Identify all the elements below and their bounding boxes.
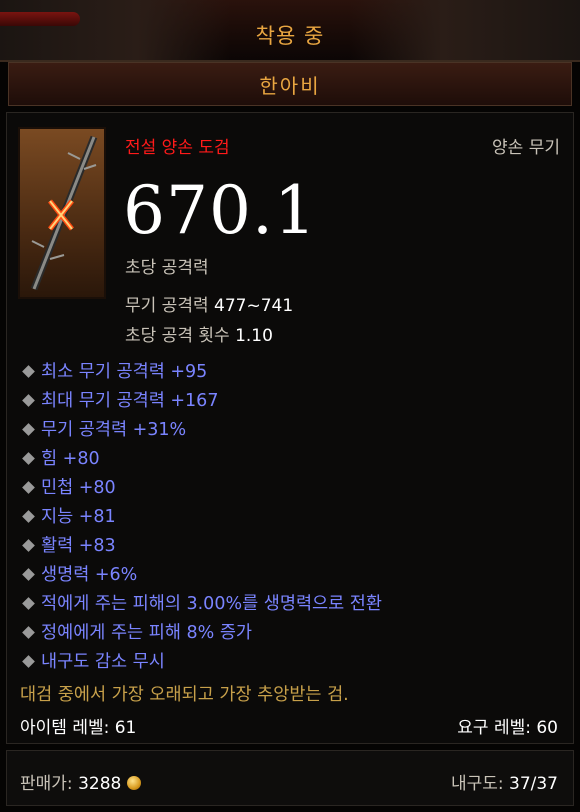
affix-line: 무기 공격력 +31% [20, 416, 186, 440]
affix-line: 민첩 +80 [20, 474, 116, 498]
diamond-bullet-icon [22, 480, 35, 494]
required-level: 요구 레벨: 60 [457, 718, 558, 738]
affix-line: 지능 +81 [20, 503, 116, 527]
diamond-bullet-icon [22, 538, 35, 552]
gold-coin-icon [127, 776, 142, 790]
sell-price-value: 3288 [78, 774, 122, 794]
sell-price: 판매가: 3288 [20, 769, 142, 794]
item-icon [18, 127, 106, 299]
affix-line: 활력 +83 [20, 532, 116, 556]
sell-price-label: 판매가: [20, 774, 73, 794]
affix-line: 최소 무기 공격력 +95 [20, 358, 207, 382]
item-level: 아이템 레벨: 61 [20, 718, 137, 738]
affix-line: 내구도 감소 무시 [20, 648, 165, 672]
equipped-label: 착용 중 [255, 24, 325, 48]
dps-label: 초당 공격력 [125, 258, 209, 278]
diamond-bullet-icon [22, 422, 35, 436]
weapon-damage-label: 무기 공격력 [125, 296, 209, 316]
durability-label: 내구도: [450, 774, 504, 794]
affix-line: 최대 무기 공격력 +167 [20, 387, 218, 411]
item-slot: 양손 무기 [492, 138, 560, 158]
affix-line: 적에게 주는 피해의 3.00%를 생명력으로 전환 [20, 590, 382, 614]
diamond-bullet-icon [22, 596, 35, 610]
diamond-bullet-icon [22, 509, 35, 523]
attack-speed-line: 초당 공격 횟수 1.10 [125, 321, 273, 346]
flavor-text: 대검 중에서 가장 오래되고 가장 추앙받는 검. [20, 685, 349, 705]
durability: 내구도: 37/37 [451, 769, 558, 794]
weapon-damage-value: 477~741 [214, 296, 294, 316]
weapon-damage-line: 무기 공격력 477~741 [125, 291, 293, 316]
affix-line: 힘 +80 [20, 445, 100, 469]
diamond-bullet-icon [22, 654, 35, 668]
item-name: 한아비 [259, 74, 321, 98]
diamond-bullet-icon [22, 625, 35, 639]
diamond-bullet-icon [22, 451, 35, 465]
item-tooltip: 착용 중 한아비 전설 양손 도검 양손 무기 670.1 초당 공격력 무기 … [0, 0, 580, 812]
diamond-bullet-icon [22, 393, 35, 407]
attack-speed-value: 1.10 [235, 326, 273, 346]
durability-value: 37/37 [509, 774, 558, 794]
affix-line: 생명력 +6% [20, 561, 137, 585]
affix-line: 정예에게 주는 피해 8% 증가 [20, 619, 252, 643]
item-type: 전설 양손 도검 [125, 138, 230, 158]
diamond-bullet-icon [22, 567, 35, 581]
diamond-bullet-icon [22, 364, 35, 378]
dps-value: 670.1 [123, 172, 317, 249]
attack-speed-label: 초당 공격 횟수 [125, 326, 230, 346]
greatsword-icon [30, 135, 98, 291]
